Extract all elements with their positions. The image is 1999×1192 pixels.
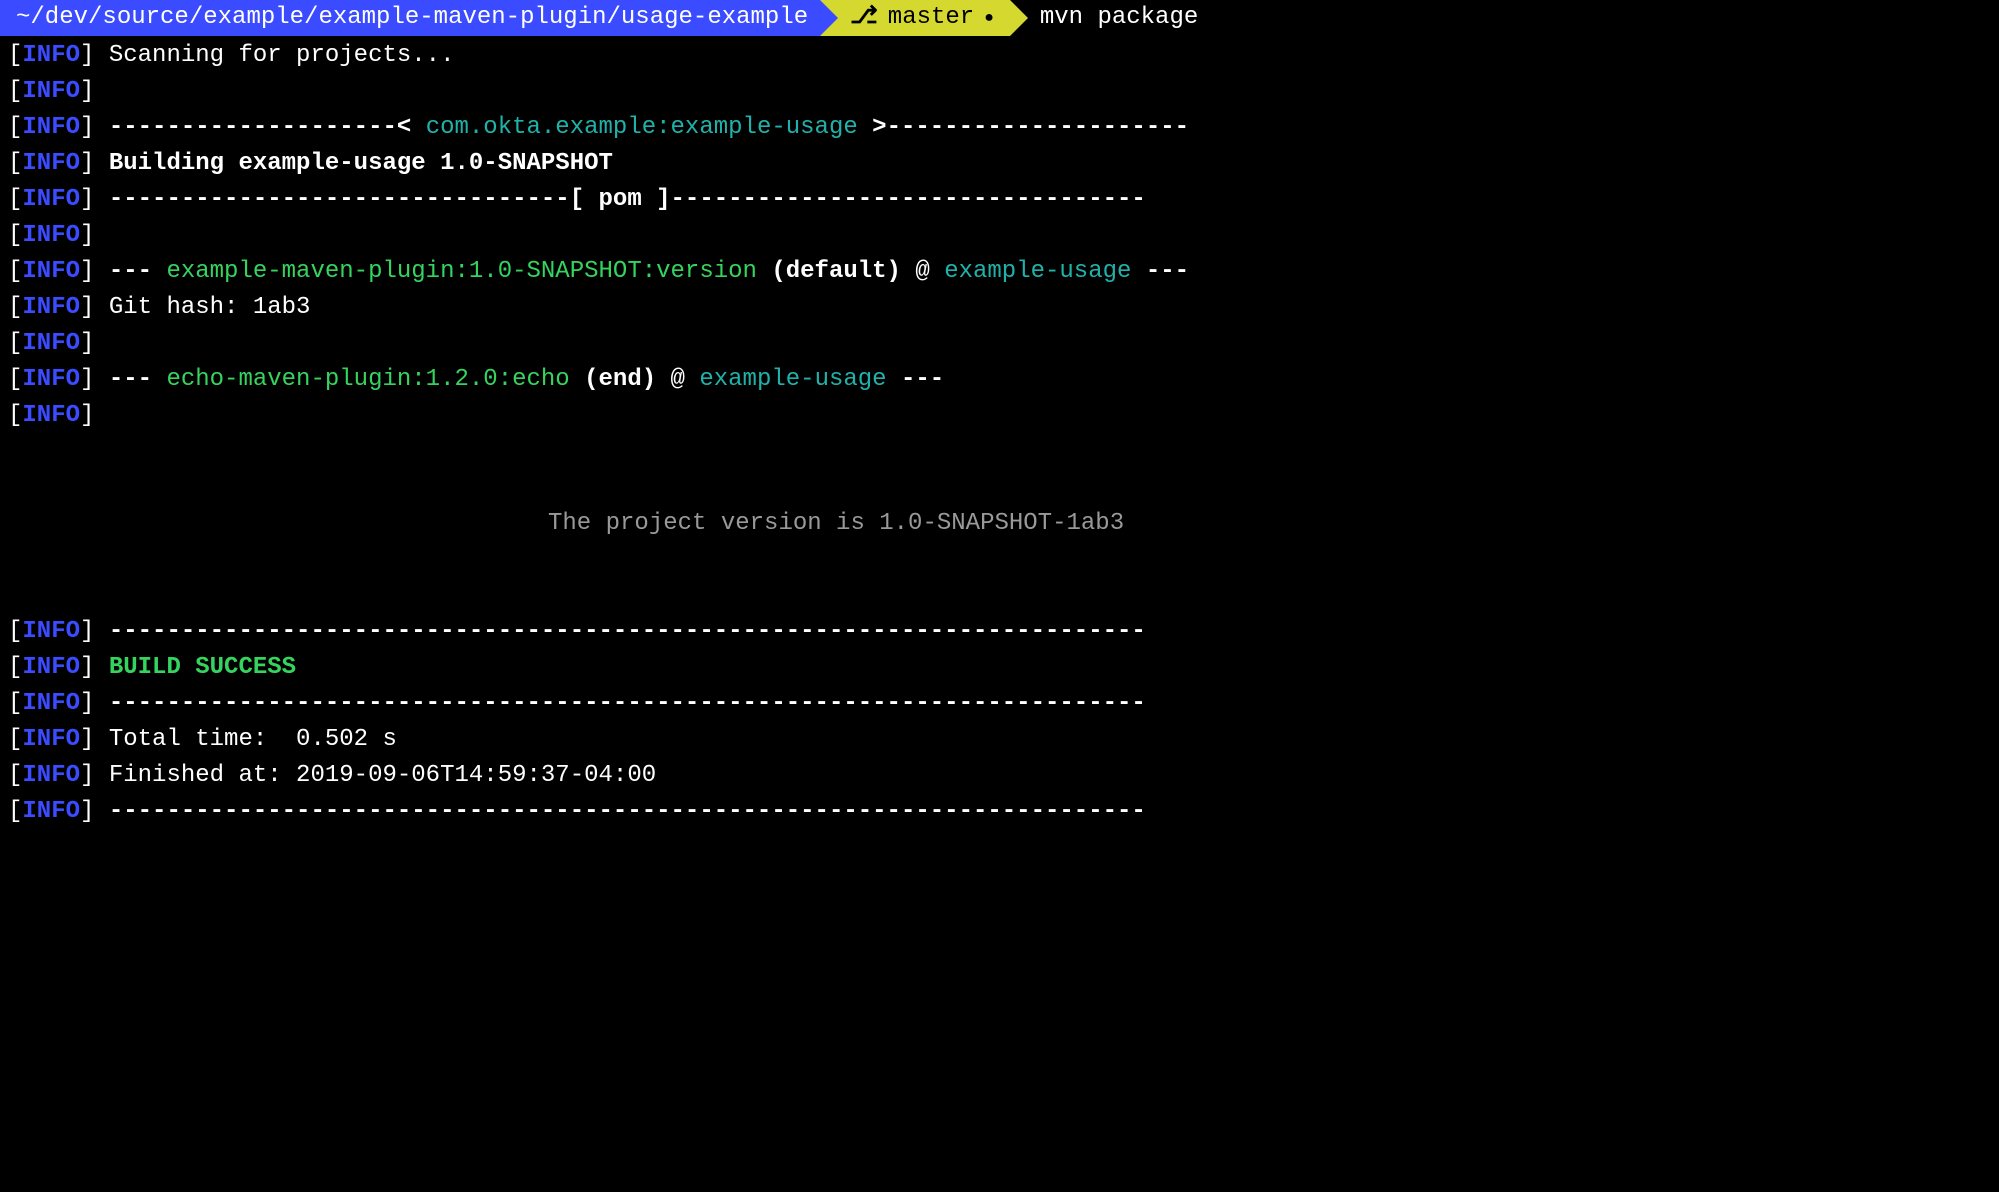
output-line: [INFO] --- echo-maven-plugin:1.2.0:echo … (8, 362, 1991, 398)
command-text: mvn package (1040, 0, 1198, 36)
current-path: ~/dev/source/example/example-maven-plugi… (16, 0, 808, 36)
plugin-goal: example-maven-plugin:1.0-SNAPSHOT:versio… (166, 258, 757, 285)
command-segment: mvn package (1010, 0, 1198, 36)
output-line: [INFO] Git hash: 1ab3 (8, 290, 1991, 326)
build-success: BUILD SUCCESS (109, 654, 296, 681)
empty-line (8, 578, 1991, 614)
building-text: Building example-usage 1.0-SNAPSHOT (109, 150, 613, 177)
plugin-goal: echo-maven-plugin:1.2.0:echo (166, 366, 569, 393)
scanning-text: Scanning for projects... (109, 42, 455, 69)
finished-at: Finished at: 2019-09-06T14:59:37-04:00 (109, 762, 656, 789)
terminal-output: [INFO] Scanning for projects... [INFO] [… (0, 36, 1999, 832)
total-time: Total time: 0.502 s (109, 726, 397, 753)
separator-line: ----------------------------------------… (109, 798, 1146, 825)
output-line: [INFO] (8, 74, 1991, 110)
git-status-dot: ● (984, 6, 994, 30)
prompt-line[interactable]: ~/dev/source/example/example-maven-plugi… (0, 0, 1999, 36)
project-version-line: The project version is 1.0-SNAPSHOT-1ab3 (8, 506, 1991, 542)
plugin-project: example-usage (699, 366, 886, 393)
output-line: [INFO] Scanning for projects... (8, 38, 1991, 74)
git-branch-segment: ⎇ master ● (820, 0, 1010, 36)
empty-line (8, 470, 1991, 506)
output-line: [INFO] BUILD SUCCESS (8, 650, 1991, 686)
plugin-project: example-usage (944, 258, 1131, 285)
output-line: [INFO] ---------------------------------… (8, 614, 1991, 650)
output-line: [INFO] Building example-usage 1.0-SNAPSH… (8, 146, 1991, 182)
empty-line (8, 542, 1991, 578)
path-segment: ~/dev/source/example/example-maven-plugi… (0, 0, 820, 36)
output-line: [INFO] (8, 218, 1991, 254)
separator-line: ----------------------------------------… (109, 618, 1146, 645)
output-line: [INFO] Finished at: 2019-09-06T14:59:37-… (8, 758, 1991, 794)
separator-line: ----------------------------------------… (109, 690, 1146, 717)
project-id: com.okta.example:example-usage (426, 114, 858, 141)
git-branch-icon: ⎇ (850, 0, 878, 36)
pom-line: --------------------------------[ pom ]-… (109, 186, 1146, 213)
output-line: [INFO] --- example-maven-plugin:1.0-SNAP… (8, 254, 1991, 290)
empty-line (8, 434, 1991, 470)
output-line: [INFO] Total time: 0.502 s (8, 722, 1991, 758)
output-line: [INFO] --------------------< com.okta.ex… (8, 110, 1991, 146)
git-hash-text: Git hash: 1ab3 (109, 294, 311, 321)
output-line: [INFO] (8, 326, 1991, 362)
output-line: [INFO] (8, 398, 1991, 434)
output-line: [INFO] --------------------------------[… (8, 182, 1991, 218)
git-branch-name: master (888, 0, 974, 36)
output-line: [INFO] ---------------------------------… (8, 686, 1991, 722)
output-line: [INFO] ---------------------------------… (8, 794, 1991, 830)
